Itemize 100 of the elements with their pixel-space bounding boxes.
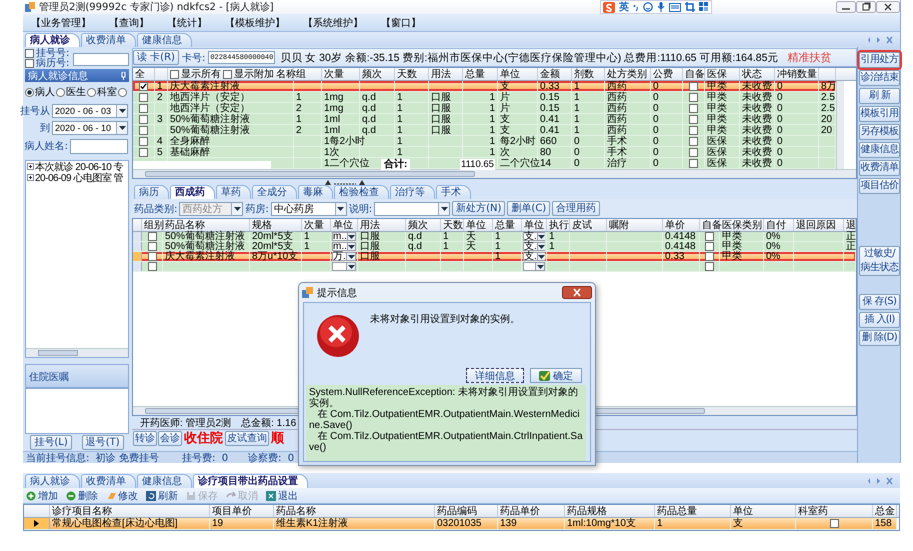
registration-button[interactable]: 挂号(L) <box>30 435 72 450</box>
checkbox[interactable] <box>139 104 148 112</box>
sidebar-button[interactable]: 另存模板 <box>859 124 900 140</box>
checkbox[interactable] <box>170 70 179 78</box>
unit-dropdown[interactable]: 万. <box>332 252 356 261</box>
tab[interactable]: 病历 <box>134 185 169 199</box>
tab[interactable]: 手术 <box>436 185 471 199</box>
row-header[interactable] <box>24 518 50 529</box>
checkbox[interactable] <box>689 92 698 102</box>
checkbox[interactable] <box>25 48 34 58</box>
checkbox[interactable] <box>689 126 698 134</box>
dropdown[interactable]: 中心药房 <box>270 202 347 216</box>
checkbox[interactable] <box>705 232 714 241</box>
checkbox[interactable] <box>689 136 698 146</box>
checkbox[interactable] <box>139 126 148 134</box>
tab[interactable]: 西成药 <box>170 185 215 199</box>
sidebar-button[interactable]: 过敏史/病生状态 <box>859 246 900 276</box>
action-button[interactable]: 顺 <box>270 431 285 446</box>
sidebar-button[interactable]: 健康信息 <box>859 142 900 158</box>
unit-dropdown[interactable]: m.. <box>332 232 356 241</box>
date-picker[interactable]: 2020 - 06 - 10 <box>52 120 128 134</box>
read-card-button[interactable]: 读 卡(R) <box>133 50 179 65</box>
sidebar-button[interactable]: 诊治结束 <box>859 70 900 86</box>
unit-dropdown[interactable]: 支. <box>523 252 545 261</box>
dropdown[interactable] <box>374 202 450 216</box>
unit-dropdown[interactable]: 支. <box>523 232 545 241</box>
tab[interactable]: 病人就诊 <box>25 474 80 488</box>
toolbar-button[interactable]: 退出 <box>266 488 298 502</box>
unit-dropdown[interactable]: m.. <box>332 242 356 251</box>
action-button[interactable]: 皮试查询 <box>225 431 269 446</box>
checkbox[interactable] <box>705 252 714 261</box>
toolbar-button[interactable]: 刷新 <box>146 488 178 502</box>
checkbox[interactable] <box>139 114 148 124</box>
checkbox[interactable] <box>148 232 156 241</box>
tab[interactable]: 草药 <box>216 185 251 199</box>
menu-item[interactable]: 【统计】 <box>167 16 207 30</box>
ok-button[interactable]: 确定 <box>530 368 582 383</box>
toolbar-button[interactable]: 删单(C) <box>507 201 550 216</box>
checkbox[interactable] <box>689 104 698 112</box>
checkbox[interactable] <box>25 58 34 68</box>
sidebar-button[interactable]: 收费清单 <box>859 160 900 176</box>
registration-button[interactable]: 退号(T) <box>82 435 124 450</box>
action-button[interactable]: 收住院 <box>183 431 224 446</box>
sidebar-button[interactable]: 插 入(I) <box>859 312 900 328</box>
menu-item[interactable]: 【模板维护】 <box>225 16 285 30</box>
toolbar-button[interactable]: 合理用药 <box>552 201 600 216</box>
radio-button[interactable] <box>56 88 65 96</box>
checkbox[interactable] <box>705 242 714 251</box>
unit-dropdown[interactable]: 支. <box>523 242 545 251</box>
checkbox[interactable] <box>148 242 156 251</box>
tree-item[interactable]: 20-06-09 心电图室 管 <box>35 170 124 184</box>
checkbox[interactable] <box>830 519 838 528</box>
checkbox[interactable] <box>689 158 698 168</box>
menu-item[interactable]: 【窗口】 <box>381 16 421 30</box>
sidebar-button[interactable]: 模板引用 <box>859 106 900 122</box>
tab[interactable]: 治疗等 <box>390 185 435 199</box>
toolbar-button[interactable]: 删除 <box>66 488 98 502</box>
action-button[interactable]: 转诊 <box>133 431 157 446</box>
sidebar-button[interactable]: 引用处方 <box>859 52 900 68</box>
checkbox[interactable] <box>148 262 156 271</box>
menu-item[interactable]: 【查询】 <box>109 16 149 30</box>
checkbox[interactable] <box>148 252 156 261</box>
tab[interactable]: 检验检查 <box>334 185 389 199</box>
tab[interactable]: 诊疗项目带出药品设置 <box>193 474 308 488</box>
sidebar-button[interactable]: 刷 新 <box>859 88 900 104</box>
menu-item[interactable]: 【系统维护】 <box>303 16 363 30</box>
radio-button[interactable] <box>87 88 96 96</box>
tab[interactable]: 健康信息 <box>137 474 192 488</box>
action-button[interactable]: 会诊 <box>158 431 182 446</box>
date-picker[interactable]: 2020 - 06 - 03 <box>52 104 128 118</box>
checkbox[interactable] <box>139 136 148 146</box>
toolbar-button[interactable]: 修改 <box>106 488 138 502</box>
input-mode-label[interactable]: 英 <box>619 0 629 14</box>
radio-button[interactable] <box>25 88 34 96</box>
checkbox[interactable] <box>689 114 698 124</box>
toolbar-button[interactable]: 增加 <box>26 488 58 502</box>
tab[interactable]: 全成分 <box>252 185 297 199</box>
checkbox[interactable] <box>705 262 714 271</box>
tab[interactable]: 毒麻 <box>298 185 333 199</box>
menu-item[interactable]: 【业务管理】 <box>31 16 91 30</box>
checkbox[interactable] <box>223 70 232 78</box>
sidebar-button[interactable]: 删 除(D) <box>859 330 900 346</box>
checkbox[interactable] <box>689 148 698 156</box>
radio-button[interactable] <box>118 88 127 96</box>
search-field[interactable] <box>73 53 129 66</box>
unit-dropdown[interactable] <box>332 262 356 271</box>
checkbox[interactable] <box>139 92 148 102</box>
tab[interactable]: 收费清单 <box>81 474 136 488</box>
input-field[interactable] <box>70 138 128 154</box>
tab[interactable]: 收费清单 <box>81 33 136 47</box>
details-button[interactable]: 详细信息 <box>466 368 524 383</box>
sidebar-button[interactable]: 项目估价 <box>859 178 900 194</box>
checkbox[interactable] <box>139 148 148 156</box>
sidebar-button[interactable]: 保 存(S) <box>859 294 900 310</box>
tab[interactable]: 病人就诊 <box>25 33 80 47</box>
close-icon[interactable] <box>562 286 592 299</box>
tree-item[interactable]: 本次就诊 20-06-10 专 <box>35 161 124 174</box>
tab[interactable]: 健康信息 <box>137 33 192 47</box>
toolbar-button[interactable]: 新处方(N) <box>452 201 506 216</box>
unit-dropdown[interactable] <box>523 262 545 271</box>
